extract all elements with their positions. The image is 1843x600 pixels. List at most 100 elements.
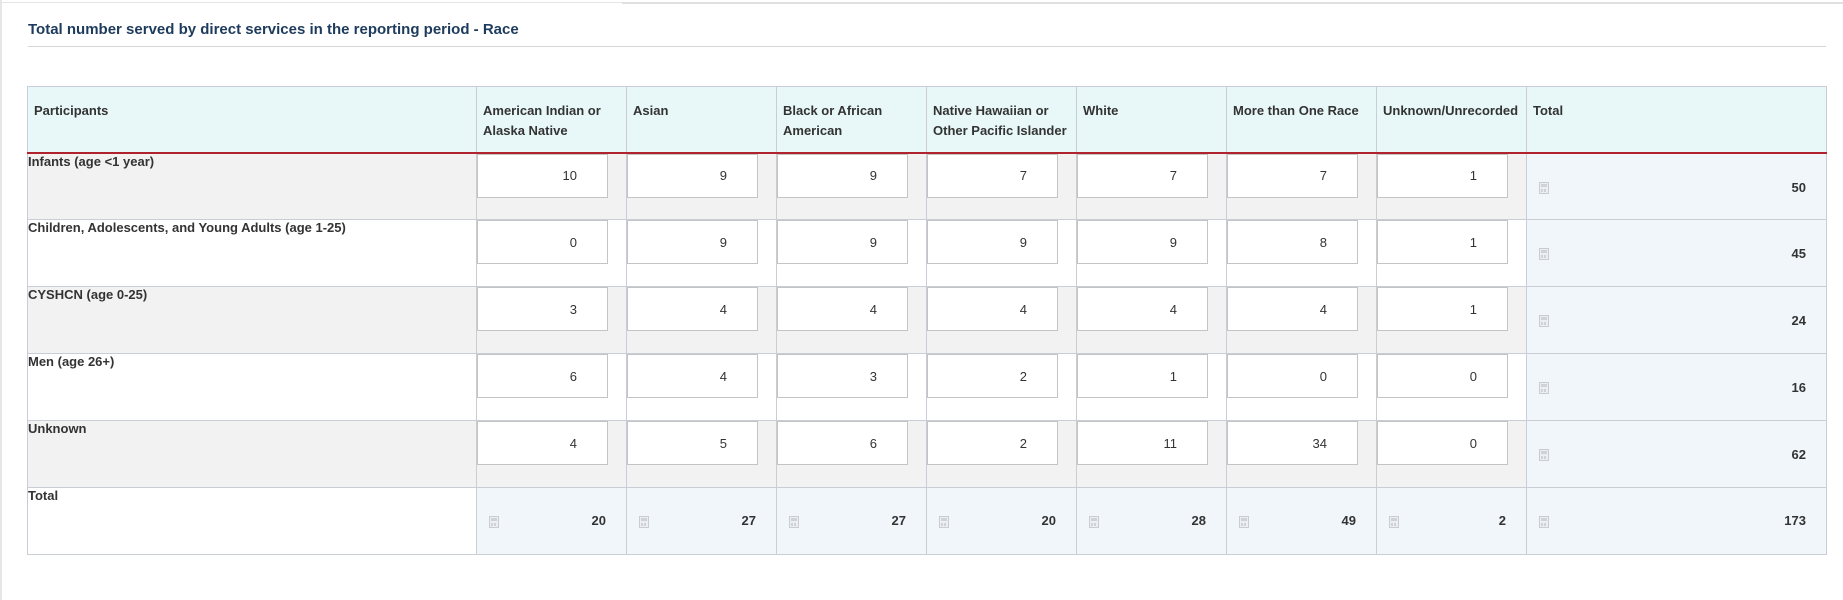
count-input[interactable] [927, 153, 1058, 198]
count-input[interactable] [477, 354, 608, 398]
column-total-value: 2 [1498, 513, 1506, 528]
table-row: Children, Adolescents, and Young Adults … [27, 219, 1827, 287]
header-black: Black or African American [776, 86, 927, 154]
count-input[interactable] [627, 421, 758, 465]
count-input[interactable] [927, 287, 1058, 331]
count-input[interactable] [1077, 153, 1208, 198]
grand-total-value: 173 [1784, 513, 1806, 528]
header-native-hawaiian: Native Hawaiian or Other Pacific Islande… [926, 86, 1077, 154]
calculator-icon [1089, 516, 1099, 528]
count-input[interactable] [1227, 220, 1358, 264]
row-total-cell: 45 [1526, 219, 1827, 287]
column-total-value: 20 [591, 513, 606, 528]
row-total-cell: 50 [1526, 152, 1827, 220]
calculator-icon [1539, 248, 1549, 260]
row-total-value: 62 [1791, 447, 1806, 462]
count-input[interactable] [1077, 421, 1208, 465]
column-total-cell: 28 [1076, 487, 1227, 555]
row-total-cell: 62 [1526, 420, 1827, 488]
totals-row-label: Total [27, 487, 477, 555]
top-divider-dark [622, 2, 1843, 4]
calculator-icon [939, 516, 949, 528]
calculator-icon [1539, 516, 1549, 528]
row-label: Men (age 26+) [27, 353, 477, 421]
column-total-value: 49 [1341, 513, 1356, 528]
count-input[interactable] [1377, 287, 1508, 331]
header-unknown: Unknown/Unrecorded [1376, 86, 1527, 154]
count-input[interactable] [1227, 421, 1358, 465]
table-row: Infants (age <1 year) 50 [27, 152, 1827, 220]
section-title: Total number served by direct services i… [28, 21, 519, 38]
column-total-cell: 49 [1226, 487, 1377, 555]
row-label: Infants (age <1 year) [27, 152, 477, 220]
totals-row: Total 20 27 27 20 28 49 2 173 [27, 487, 1827, 555]
row-total-value: 50 [1791, 179, 1806, 195]
race-table: Participants American Indian or Alaska N… [27, 86, 1827, 555]
row-label: Children, Adolescents, and Young Adults … [27, 219, 477, 287]
count-input[interactable] [1077, 220, 1208, 264]
count-input[interactable] [627, 220, 758, 264]
count-input[interactable] [1377, 153, 1508, 198]
count-input[interactable] [1227, 153, 1358, 198]
calculator-icon [789, 516, 799, 528]
header-participants: Participants [27, 86, 477, 154]
table-row: CYSHCN (age 0-25) 24 [27, 286, 1827, 354]
count-input[interactable] [777, 287, 908, 331]
column-total-cell: 2 [1376, 487, 1527, 555]
count-input[interactable] [627, 153, 758, 198]
column-total-value: 20 [1041, 513, 1056, 528]
row-total-value: 45 [1791, 246, 1806, 261]
header-white: White [1076, 86, 1227, 154]
count-input[interactable] [777, 220, 908, 264]
calculator-icon [1389, 516, 1399, 528]
row-total-value: 16 [1791, 380, 1806, 395]
left-border [0, 0, 2, 600]
count-input[interactable] [477, 220, 608, 264]
row-total-cell: 24 [1526, 286, 1827, 354]
title-divider [28, 46, 1826, 47]
column-total-value: 27 [891, 513, 906, 528]
count-input[interactable] [1077, 354, 1208, 398]
grand-total-cell: 173 [1526, 487, 1827, 555]
calculator-icon [1539, 181, 1549, 194]
header-total: Total [1526, 86, 1827, 154]
count-input[interactable] [627, 287, 758, 331]
column-total-value: 27 [741, 513, 756, 528]
column-total-value: 28 [1191, 513, 1206, 528]
row-total-cell: 16 [1526, 353, 1827, 421]
count-input[interactable] [777, 153, 908, 198]
calculator-icon [1539, 449, 1549, 461]
count-input[interactable] [927, 421, 1058, 465]
calculator-icon [489, 516, 499, 528]
calculator-icon [1539, 315, 1549, 327]
count-input[interactable] [1227, 354, 1358, 398]
count-input[interactable] [1377, 354, 1508, 398]
header-more-than-one: More than One Race [1226, 86, 1377, 154]
count-input[interactable] [477, 421, 608, 465]
row-label: CYSHCN (age 0-25) [27, 286, 477, 354]
column-total-cell: 27 [776, 487, 927, 555]
count-input[interactable] [777, 354, 908, 398]
count-input[interactable] [477, 287, 608, 331]
calculator-icon [639, 516, 649, 528]
count-input[interactable] [777, 421, 908, 465]
count-input[interactable] [1077, 287, 1208, 331]
count-input[interactable] [477, 153, 608, 198]
count-input[interactable] [927, 220, 1058, 264]
column-total-cell: 20 [926, 487, 1077, 555]
table-row: Men (age 26+) 16 [27, 353, 1827, 421]
header-american-indian: American Indian or Alaska Native [476, 86, 627, 154]
table-row: Unknown 62 [27, 420, 1827, 488]
count-input[interactable] [1377, 421, 1508, 465]
header-row: Participants American Indian or Alaska N… [27, 86, 1827, 154]
count-input[interactable] [1227, 287, 1358, 331]
row-total-value: 24 [1791, 313, 1806, 328]
row-label: Unknown [27, 420, 477, 488]
header-asian: Asian [626, 86, 777, 154]
count-input[interactable] [1377, 220, 1508, 264]
calculator-icon [1539, 382, 1549, 394]
count-input[interactable] [927, 354, 1058, 398]
calculator-icon [1239, 516, 1249, 528]
count-input[interactable] [627, 354, 758, 398]
column-total-cell: 27 [626, 487, 777, 555]
